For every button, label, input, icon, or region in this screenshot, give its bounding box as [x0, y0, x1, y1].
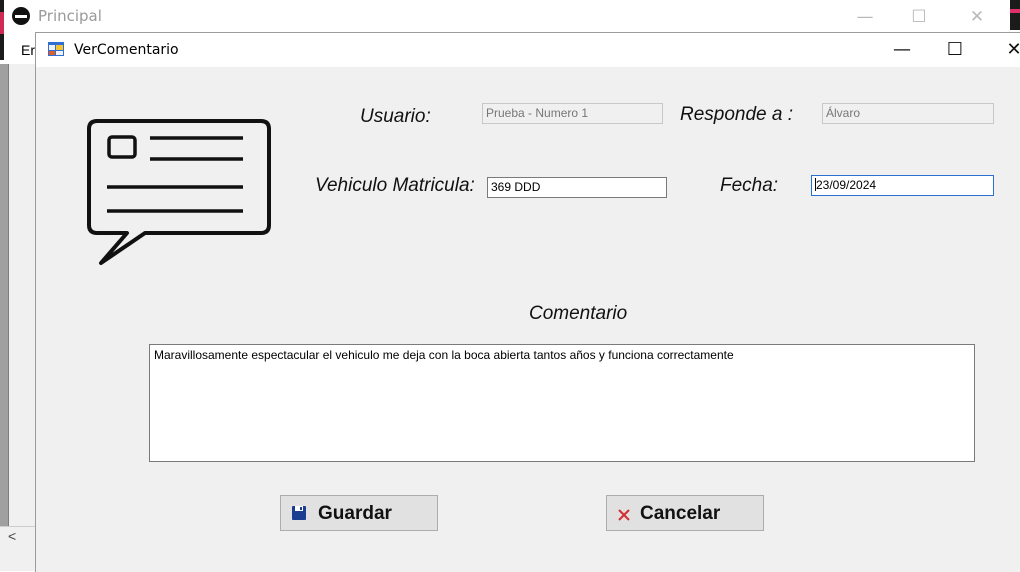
parent-bottom-area [0, 549, 36, 571]
comentario-textarea[interactable]: Maravillosamente espectacular el vehicul… [149, 344, 975, 462]
parent-maximize-button[interactable]: ☐ [896, 0, 942, 34]
dialog-titlebar: VerComentario — ☐ ✕ [36, 33, 1020, 67]
background-window-edge [1010, 0, 1020, 30]
x-icon [618, 509, 630, 521]
comment-icon [87, 119, 271, 265]
parent-minimize-button[interactable]: — [842, 0, 888, 34]
dialog-minimize-button[interactable]: — [879, 33, 925, 67]
dialog-close-button[interactable]: ✕ [991, 33, 1020, 67]
fecha-label: Fecha: [720, 175, 779, 196]
fecha-value: 23/09/2024 [816, 178, 877, 192]
floppy-disk-icon [292, 506, 306, 520]
parent-titlebar: Principal — ☐ ✕ [0, 0, 1020, 34]
background-window-edge-left [0, 0, 4, 60]
save-button[interactable]: Guardar [280, 495, 438, 531]
parent-menu-item[interactable]: Er [21, 42, 35, 58]
parent-window-title: Principal [38, 7, 102, 25]
responde-a-field[interactable]: Álvaro [822, 103, 994, 124]
matricula-field[interactable]: 369 DDD [487, 177, 667, 198]
responde-a-label: Responde a : [680, 104, 794, 125]
matricula-label: Vehiculo Matricula: [315, 175, 475, 196]
cancel-button-label: Cancelar [640, 503, 721, 524]
usuario-field[interactable]: Prueba - Numero 1 [482, 103, 663, 124]
ver-comentario-dialog: VerComentario — ☐ ✕ Usuario: Prueba - Nu… [35, 32, 1020, 572]
horizontal-scrollbar[interactable] [0, 526, 36, 549]
usuario-label: Usuario: [360, 106, 431, 127]
comentario-label: Comentario [529, 303, 628, 324]
cancel-button[interactable]: Cancelar [606, 495, 764, 531]
fecha-field[interactable]: 23/09/2024 [811, 175, 994, 196]
scroll-left-arrow-icon[interactable]: < [8, 528, 16, 544]
dialog-maximize-button[interactable]: ☐ [932, 33, 978, 67]
parent-close-button[interactable]: ✕ [954, 0, 1000, 34]
save-button-label: Guardar [318, 503, 392, 524]
background-window-accent-left [0, 12, 4, 34]
app-icon [12, 7, 30, 25]
dialog-title: VerComentario [74, 42, 179, 58]
parent-side-panel [0, 64, 9, 544]
background-window-accent [1010, 9, 1020, 13]
form-icon [48, 42, 64, 56]
